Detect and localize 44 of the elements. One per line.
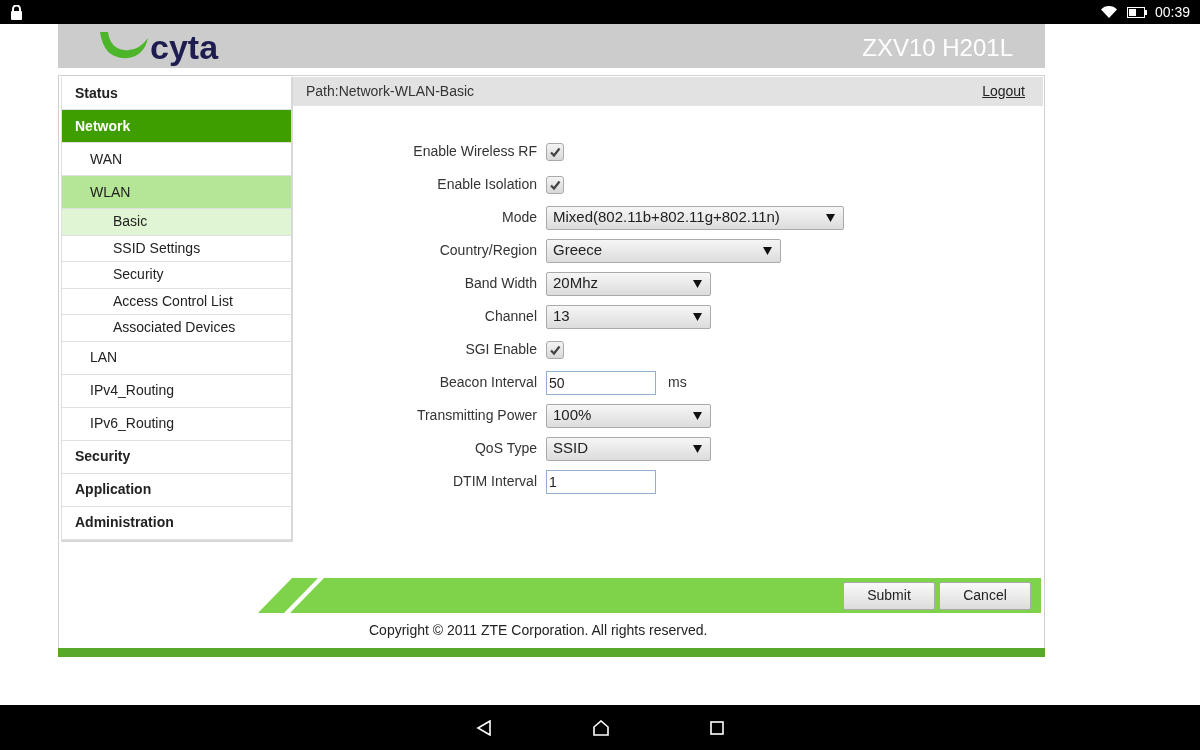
field-label: SGI Enable <box>464 340 538 359</box>
dropdown-arrow-icon <box>693 279 702 288</box>
field-label: QoS Type <box>474 439 538 458</box>
dropdown-arrow-icon <box>693 312 702 321</box>
copyright-text: Copyright © 2011 ZTE Corporation. All rights reserved. <box>369 621 708 640</box>
action-button[interactable]: Submit <box>843 581 935 610</box>
input-field[interactable]: 1 <box>546 469 656 494</box>
field-label: Country/Region <box>438 241 538 260</box>
field-label: Band Width <box>463 274 538 293</box>
home-icon[interactable] <box>592 719 610 736</box>
checkbox[interactable] <box>546 340 564 359</box>
input-field[interactable]: 50 <box>546 370 656 395</box>
dropdown-arrow-icon <box>826 213 835 222</box>
dropdown[interactable]: 100% <box>546 403 711 428</box>
lock-icon <box>10 4 23 20</box>
sidebar-item[interactable]: Basic <box>62 209 291 236</box>
field-label: Enable Isolation <box>436 175 538 194</box>
battery-icon <box>1126 6 1147 18</box>
field-label: Beacon Interval <box>438 373 538 392</box>
back-icon[interactable] <box>476 719 492 736</box>
field-label: Transmitting Power <box>415 406 538 425</box>
field-label: DTIM Interval <box>452 472 538 491</box>
checkbox[interactable] <box>546 142 564 161</box>
recent-apps-icon[interactable] <box>710 720 724 735</box>
dropdown[interactable]: 20Mhz <box>546 271 711 296</box>
dropdown-arrow-icon <box>763 246 772 255</box>
path-text: Path:Network-WLAN-Basic <box>306 82 475 101</box>
logout-link[interactable]: Logout <box>982 81 1025 102</box>
unit-label: ms <box>668 373 687 392</box>
field-label: Channel <box>483 307 538 326</box>
dropdown[interactable]: Mixed(802.11b+802.11g+802.11n) <box>546 205 844 230</box>
sidebar-item[interactable]: WLAN <box>62 176 291 209</box>
dropdown-arrow-icon <box>693 444 702 453</box>
dropdown-arrow-icon <box>693 411 702 420</box>
dropdown[interactable]: Greece <box>546 238 781 263</box>
logo-text: cyta <box>150 30 219 64</box>
clock-time: 00:39 <box>1154 2 1190 22</box>
wifi-icon <box>1100 6 1117 18</box>
field-label: Enable Wireless RF <box>412 142 538 161</box>
field-label: Mode <box>500 208 538 227</box>
dropdown[interactable]: 13 <box>546 304 711 329</box>
dropdown[interactable]: SSID <box>546 436 711 461</box>
action-button[interactable]: Cancel <box>939 581 1031 610</box>
checkbox[interactable] <box>546 175 564 194</box>
